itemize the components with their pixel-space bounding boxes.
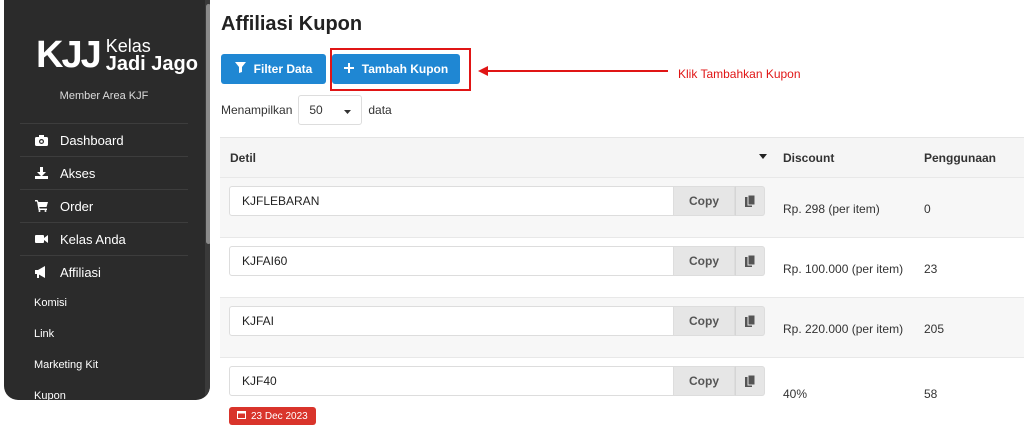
annotation-arrow-icon — [478, 66, 668, 76]
usage-cell: 23 — [924, 261, 938, 276]
sidebar-item-label: Affiliasi — [60, 264, 101, 280]
clipboard-icon[interactable] — [735, 186, 765, 216]
annotation-highlight-box — [330, 48, 471, 91]
page-size-value: 50 — [309, 103, 323, 117]
page-size-select[interactable]: 50 — [298, 95, 363, 125]
usage-cell: 0 — [924, 201, 931, 216]
discount-cell: Rp. 100.000 (per item) — [783, 261, 904, 276]
sidebar: KJJ Kelas Jadi Jago Member Area KJF Dash… — [4, 0, 210, 400]
filter-icon — [234, 62, 246, 76]
sidebar-item-label: Dashboard — [60, 132, 124, 148]
sidebar-item-label: Kelas Anda — [60, 231, 126, 247]
sidebar-item-dashboard[interactable]: Dashboard — [20, 123, 188, 156]
header-usage[interactable]: Penggunaan — [914, 151, 996, 165]
expiry-date-badge: 23 Dec 2023 — [229, 407, 316, 425]
scrollbar-thumb[interactable] — [206, 4, 210, 244]
show-prefix: Menampilkan — [221, 103, 293, 117]
sidebar-item-kelas-anda[interactable]: Kelas Anda — [20, 222, 188, 255]
coupon-code-field[interactable]: KJFLEBARAN — [229, 186, 674, 216]
copy-button[interactable]: Copy — [674, 306, 735, 336]
table-row: KJFAI60 Copy Rp. 100.000 (per item) 23 — [220, 237, 1024, 297]
page-title: Affiliasi Kupon — [221, 13, 363, 35]
megaphone-icon — [34, 266, 48, 278]
filter-data-label: Filter Data — [253, 62, 313, 76]
page-size-control: Menampilkan 50 data — [221, 94, 392, 126]
camera-icon — [34, 134, 48, 146]
discount-cell: 40% — [783, 386, 808, 401]
sidebar-item-akses[interactable]: Akses — [20, 156, 188, 189]
cart-icon — [34, 200, 48, 212]
header-detil[interactable]: Detil — [220, 151, 773, 165]
usage-cell: 58 — [924, 386, 938, 401]
annotation-text: Klik Tambahkan Kupon — [678, 67, 801, 81]
usage-cell: 205 — [924, 321, 945, 336]
table-row: KJF40 Copy 23 Dec 2023 40% 58 — [220, 357, 1024, 427]
header-discount[interactable]: Discount — [773, 151, 914, 165]
coupon-table: Detil Discount Penggunaan KJFLEBARAN Cop… — [220, 137, 1024, 427]
sidebar-subitem-marketing-kit[interactable]: Marketing Kit — [34, 359, 98, 371]
table-header: Detil Discount Penggunaan — [220, 137, 1024, 177]
brand-logo[interactable]: KJJ Kelas Jadi Jago — [36, 36, 198, 74]
sidebar-item-label: Order — [60, 198, 94, 214]
logo-mark: KJJ — [36, 34, 102, 76]
sidebar-nav: Dashboard Akses Order Kelas Anda Affilia… — [20, 123, 188, 288]
brand-line2: Jadi Jago — [105, 53, 198, 75]
filter-data-button[interactable]: Filter Data — [221, 54, 326, 84]
coupon-code-field[interactable]: KJFAI60 — [229, 246, 674, 276]
video-icon — [34, 234, 48, 244]
sidebar-subitem-komisi[interactable]: Komisi — [34, 297, 67, 309]
coupon-code-field[interactable]: KJF40 — [229, 366, 674, 396]
discount-cell: Rp. 298 (per item) — [783, 201, 880, 216]
calendar-icon — [237, 410, 246, 422]
sidebar-subitem-kupon[interactable]: Kupon — [34, 390, 66, 400]
sidebar-subitem-link[interactable]: Link — [34, 328, 54, 340]
sidebar-item-affiliasi[interactable]: Affiliasi — [20, 255, 188, 288]
sidebar-scrollbar[interactable] — [205, 0, 210, 400]
show-suffix: data — [368, 103, 392, 117]
clipboard-icon[interactable] — [735, 366, 765, 396]
download-icon — [34, 167, 48, 179]
table-row: KJFLEBARAN Copy Rp. 298 (per item) 0 — [220, 177, 1024, 237]
table-row: KJFAI Copy Rp. 220.000 (per item) 205 — [220, 297, 1024, 357]
clipboard-icon[interactable] — [735, 246, 765, 276]
copy-button[interactable]: Copy — [674, 366, 735, 396]
copy-button[interactable]: Copy — [674, 186, 735, 216]
coupon-code-field[interactable]: KJFAI — [229, 306, 674, 336]
caret-down-icon — [344, 103, 352, 117]
member-area-label: Member Area KJF — [59, 90, 149, 102]
header-detil-label: Detil — [230, 150, 257, 165]
copy-button[interactable]: Copy — [674, 246, 735, 276]
clipboard-icon[interactable] — [735, 306, 765, 336]
sidebar-item-order[interactable]: Order — [20, 189, 188, 222]
sort-caret-icon[interactable] — [759, 151, 767, 161]
sidebar-item-label: Akses — [60, 165, 96, 181]
discount-cell: Rp. 220.000 (per item) — [783, 321, 904, 336]
